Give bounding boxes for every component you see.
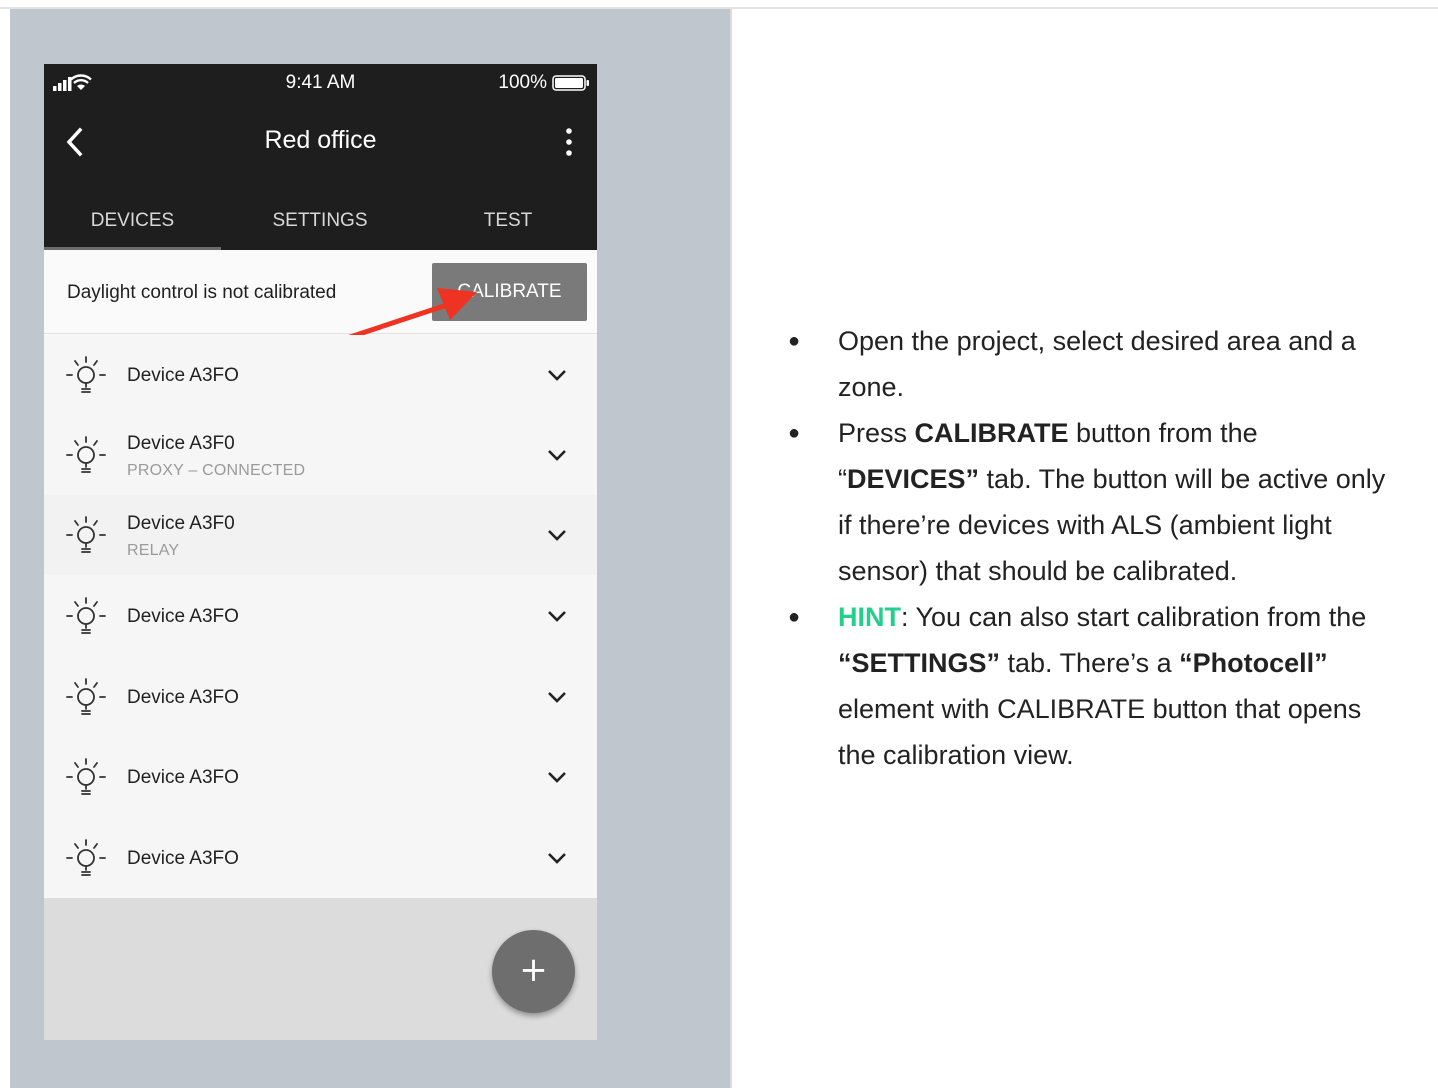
light-bulb-icon — [66, 758, 106, 795]
bullet-icon: ● — [788, 330, 801, 352]
device-name: Device A3FO — [127, 606, 239, 627]
tab-settings[interactable]: SETTINGS — [221, 190, 419, 250]
device-row[interactable]: Device A3F0 PROXY – CONNECTED — [44, 415, 597, 495]
light-bulb-icon — [66, 516, 106, 553]
status-bar: 9:41 AM 100% — [44, 64, 597, 100]
device-subtitle: RELAY — [127, 542, 180, 559]
device-row[interactable]: Device A3FO — [44, 737, 597, 817]
instruction-text: Press — [838, 418, 915, 448]
instruction-text: tab. There’s a — [1000, 648, 1180, 678]
device-name: Device A3F0 — [127, 433, 235, 454]
device-row[interactable]: Device A3FO — [44, 657, 597, 737]
light-bulb-icon — [66, 678, 106, 715]
battery-icon — [552, 75, 589, 91]
device-name: Device A3FO — [127, 767, 239, 788]
instruction-text: Open the project, select desired area an… — [838, 326, 1356, 402]
calibration-message: Daylight control is not calibrated — [67, 282, 337, 303]
tab-devices[interactable]: DEVICES — [44, 190, 221, 250]
light-bulb-icon — [66, 597, 106, 634]
light-bulb-icon — [66, 436, 106, 473]
page-title: Red office — [264, 126, 377, 154]
more-options-icon[interactable] — [559, 126, 579, 158]
device-row[interactable]: Device A3FO — [44, 576, 597, 656]
instruction-text: : You can also start calibration from th… — [901, 602, 1367, 632]
instruction-text: element with CALIBRATE button that opens… — [838, 694, 1362, 770]
device-row[interactable]: Device A3F0 RELAY — [44, 495, 597, 575]
calibrate-button[interactable]: CALIBRATE — [432, 263, 587, 321]
instruction-bold: “Photocell” — [1179, 648, 1328, 678]
instruction-item: ● HINT: You can also start calibration f… — [788, 594, 1388, 778]
app-bar: Red office DEVICES SETTINGS TEST — [44, 100, 597, 250]
light-bulb-icon — [66, 839, 106, 876]
device-name: Device A3F0 — [127, 513, 235, 534]
tab-test[interactable]: TEST — [419, 190, 597, 250]
hint-label: HINT — [838, 602, 901, 632]
phone-screen: 9:41 AM 100% Red office DEVICES SETTINGS… — [44, 64, 597, 1040]
device-list: Device A3FO Device A3F0 PROXY – CONNECTE… — [44, 335, 597, 898]
battery-percent: 100% — [498, 72, 547, 93]
chevron-down-icon[interactable] — [546, 850, 568, 866]
calibration-banner: Daylight control is not calibrated CALIB… — [44, 250, 597, 334]
tab-bar: DEVICES SETTINGS TEST — [44, 190, 597, 250]
device-name: Device A3FO — [127, 365, 239, 386]
chevron-down-icon[interactable] — [546, 367, 568, 383]
device-name: Device A3FO — [127, 687, 239, 708]
chevron-down-icon[interactable] — [546, 447, 568, 463]
chevron-down-icon[interactable] — [546, 527, 568, 543]
chevron-down-icon[interactable] — [546, 608, 568, 624]
device-name: Device A3FO — [127, 848, 239, 869]
add-device-button[interactable]: + — [492, 930, 575, 1013]
instruction-bold: CALIBRATE — [914, 418, 1069, 448]
plus-icon: + — [519, 950, 548, 990]
instruction-item: ● Open the project, select desired area … — [788, 318, 1388, 410]
instruction-item: ● Press CALIBRATE button from the “DEVIC… — [788, 410, 1388, 594]
device-row[interactable]: Device A3FO — [44, 335, 597, 415]
device-subtitle: PROXY – CONNECTED — [127, 462, 306, 479]
instruction-bold: DEVICES” — [847, 464, 980, 494]
bullet-icon: ● — [788, 606, 801, 628]
chevron-down-icon[interactable] — [546, 689, 568, 705]
light-bulb-icon — [66, 356, 106, 393]
device-row[interactable]: Device A3FO — [44, 818, 597, 898]
panel-divider — [730, 9, 732, 1088]
chevron-down-icon[interactable] — [546, 769, 568, 785]
bullet-icon: ● — [788, 422, 801, 444]
instruction-bold: “SETTINGS” — [838, 648, 1001, 678]
instructions-list: ● Open the project, select desired area … — [788, 318, 1388, 778]
